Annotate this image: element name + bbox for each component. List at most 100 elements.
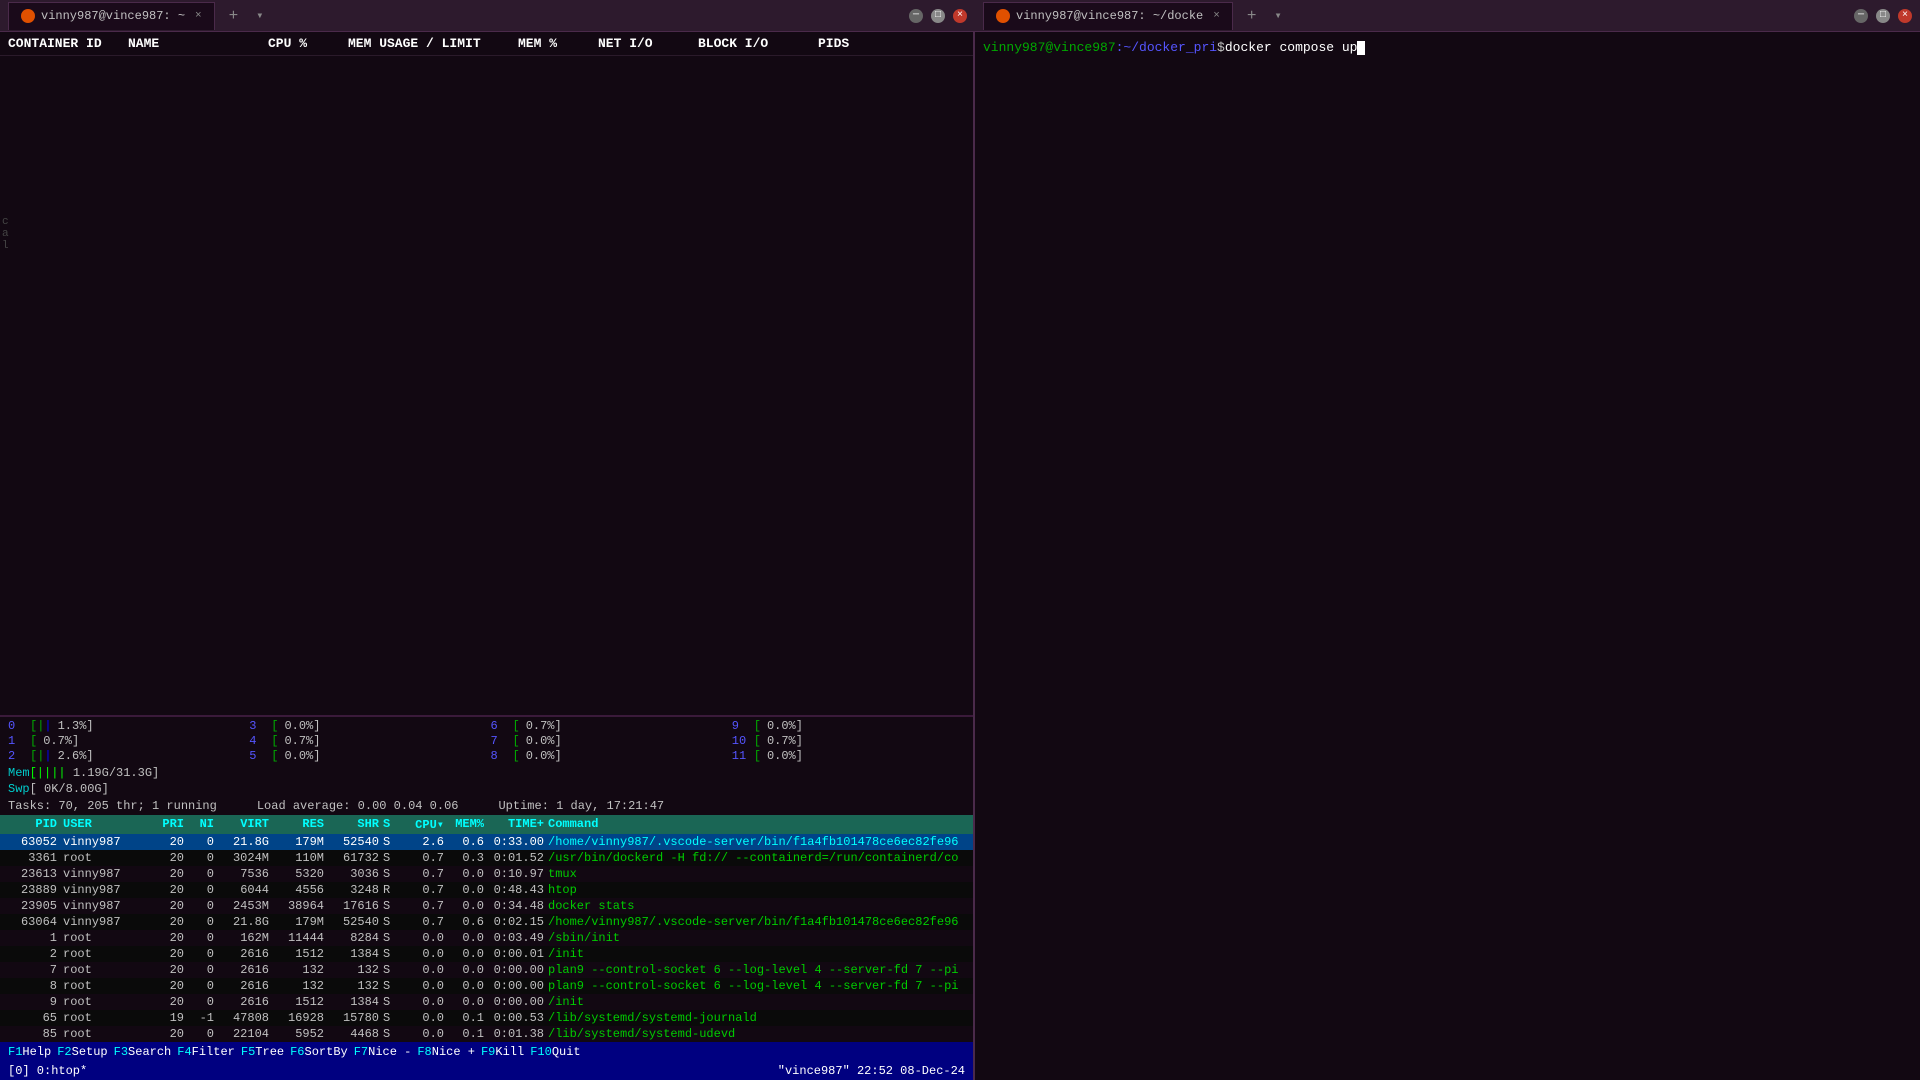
proc-res: 132 bbox=[273, 963, 328, 977]
proc-pid: 3361 bbox=[8, 851, 63, 865]
fkey-f8[interactable]: F8Nice + bbox=[417, 1045, 481, 1059]
proc-s: S bbox=[383, 867, 403, 881]
left-close-button[interactable]: × bbox=[953, 9, 967, 23]
proc-cmd: tmux bbox=[548, 867, 965, 881]
proc-ni: 0 bbox=[188, 931, 218, 945]
fkey-f5[interactable]: F5Tree bbox=[241, 1045, 290, 1059]
table-row[interactable]: 7 root 20 0 2616 132 132 S 0.0 0.0 0:00.… bbox=[0, 962, 973, 978]
fkey-f6[interactable]: F6SortBy bbox=[290, 1045, 354, 1059]
table-row[interactable]: 65 root 19 -1 47808 16928 15780 S 0.0 0.… bbox=[0, 1010, 973, 1026]
proc-mem: 0.0 bbox=[448, 931, 488, 945]
fkey-f4[interactable]: F4Filter bbox=[177, 1045, 241, 1059]
fkey-f10[interactable]: F10Quit bbox=[530, 1045, 586, 1059]
cpu-meter-2: 2 [|| 2.6%] bbox=[8, 749, 241, 763]
proc-header-s: S bbox=[383, 817, 403, 832]
proc-pri: 20 bbox=[153, 883, 188, 897]
fkey-f9[interactable]: F9Kill bbox=[481, 1045, 530, 1059]
right-tab[interactable]: vinny987@vince987: ~/docke × bbox=[983, 2, 1233, 30]
left-panel: CONTAINER ID NAME CPU % MEM USAGE / LIMI… bbox=[0, 32, 975, 1080]
proc-virt: 162M bbox=[218, 931, 273, 945]
table-row[interactable]: 9 root 20 0 2616 1512 1384 S 0.0 0.0 0:0… bbox=[0, 994, 973, 1010]
proc-cmd: htop bbox=[548, 883, 965, 897]
table-row[interactable]: 63052 vinny987 20 0 21.8G 179M 52540 S 2… bbox=[0, 834, 973, 850]
table-row[interactable]: 2 root 20 0 2616 1512 1384 S 0.0 0.0 0:0… bbox=[0, 946, 973, 962]
status-left: [0] 0:htop* bbox=[8, 1064, 87, 1078]
proc-cpu: 0.7 bbox=[403, 899, 448, 913]
right-close-button[interactable]: × bbox=[1898, 9, 1912, 23]
right-minimize-button[interactable]: ─ bbox=[1854, 9, 1868, 23]
table-row[interactable]: 23613 vinny987 20 0 7536 5320 3036 S 0.7… bbox=[0, 866, 973, 882]
proc-cpu: 0.7 bbox=[403, 883, 448, 897]
proc-s: S bbox=[383, 947, 403, 961]
proc-shr: 8284 bbox=[328, 931, 383, 945]
proc-pri: 20 bbox=[153, 915, 188, 929]
left-tab-close[interactable]: × bbox=[195, 10, 202, 22]
terminal-cursor bbox=[1357, 41, 1365, 55]
right-tab-dropdown[interactable]: ▾ bbox=[1270, 8, 1285, 23]
tab-icon-left bbox=[21, 9, 35, 23]
header-mem-usage: MEM USAGE / LIMIT bbox=[348, 36, 518, 51]
right-tab-label: vinny987@vince987: ~/docke bbox=[1016, 9, 1203, 23]
proc-ni: 0 bbox=[188, 979, 218, 993]
table-row[interactable]: 3361 root 20 0 3024M 110M 61732 S 0.7 0.… bbox=[0, 850, 973, 866]
proc-user: root bbox=[63, 947, 153, 961]
proc-virt: 2616 bbox=[218, 963, 273, 977]
fkey-f3[interactable]: F3Search bbox=[114, 1045, 178, 1059]
left-tab-dropdown[interactable]: ▾ bbox=[252, 8, 267, 23]
cpu-bar-7: [ bbox=[513, 734, 520, 748]
proc-header-user: USER bbox=[63, 817, 153, 832]
proc-user: vinny987 bbox=[63, 867, 153, 881]
table-row[interactable]: 85 root 20 0 22104 5952 4468 S 0.0 0.1 0… bbox=[0, 1026, 973, 1042]
cpu-meter-8: 8 [ 0.0%] bbox=[491, 749, 724, 763]
cpu-pct-4: 0.7%] bbox=[280, 734, 320, 748]
proc-shr: 17616 bbox=[328, 899, 383, 913]
proc-virt: 3024M bbox=[218, 851, 273, 865]
right-tab-close[interactable]: × bbox=[1213, 10, 1220, 22]
fkey-f1[interactable]: F1Help bbox=[8, 1045, 57, 1059]
proc-cmd: /init bbox=[548, 995, 965, 1009]
table-row[interactable]: 23905 vinny987 20 0 2453M 38964 17616 S … bbox=[0, 898, 973, 914]
proc-shr: 52540 bbox=[328, 915, 383, 929]
cpu-num-5: 5 bbox=[249, 749, 269, 763]
proc-header-pri: PRI bbox=[153, 817, 188, 832]
left-tab[interactable]: vinny987@vince987: ~ × bbox=[8, 2, 215, 30]
cpu-bar-3: [ bbox=[271, 719, 278, 733]
table-row[interactable]: 63064 vinny987 20 0 21.8G 179M 52540 S 0… bbox=[0, 914, 973, 930]
table-row[interactable]: 1 root 20 0 162M 11444 8284 S 0.0 0.0 0:… bbox=[0, 930, 973, 946]
right-maximize-button[interactable]: □ bbox=[1876, 9, 1890, 23]
left-tab-new[interactable]: + bbox=[223, 7, 245, 25]
proc-pri: 20 bbox=[153, 899, 188, 913]
proc-s: S bbox=[383, 835, 403, 849]
proc-time: 0:00.00 bbox=[488, 995, 548, 1009]
cpu-num-1: 1 bbox=[8, 734, 28, 748]
left-window-controls: ─ □ × bbox=[909, 9, 967, 23]
proc-header-shr: SHR bbox=[328, 817, 383, 832]
left-window-titlebar: vinny987@vince987: ~ × + ▾ ─ □ × bbox=[0, 0, 975, 32]
proc-user: vinny987 bbox=[63, 835, 153, 849]
left-minimize-button[interactable]: ─ bbox=[909, 9, 923, 23]
proc-time: 0:00.01 bbox=[488, 947, 548, 961]
mem-value: 1.19G/31.3G] bbox=[66, 766, 160, 780]
table-row[interactable]: 8 root 20 0 2616 132 132 S 0.0 0.0 0:00.… bbox=[0, 978, 973, 994]
fkey-f2[interactable]: F2Setup bbox=[57, 1045, 113, 1059]
cpu-num-9: 9 bbox=[732, 719, 752, 733]
proc-header-pid: PID bbox=[8, 817, 63, 832]
fkey-f7[interactable]: F7Nice - bbox=[354, 1045, 418, 1059]
header-block-io: BLOCK I/O bbox=[698, 36, 818, 51]
right-tab-new[interactable]: + bbox=[1241, 7, 1263, 25]
left-maximize-button[interactable]: □ bbox=[931, 9, 945, 23]
proc-shr: 132 bbox=[328, 963, 383, 977]
proc-res: 1512 bbox=[273, 947, 328, 961]
cpu-num-3: 3 bbox=[249, 719, 269, 733]
mem-bar: [|||| bbox=[30, 766, 66, 780]
cpu-pct-6: 0.7%] bbox=[522, 719, 562, 733]
proc-s: S bbox=[383, 915, 403, 929]
proc-virt: 2616 bbox=[218, 947, 273, 961]
proc-pri: 20 bbox=[153, 995, 188, 1009]
table-row[interactable]: 23889 vinny987 20 0 6044 4556 3248 R 0.7… bbox=[0, 882, 973, 898]
uptime-text: Uptime: 1 day, 17:21:47 bbox=[498, 799, 664, 813]
proc-mem: 0.1 bbox=[448, 1011, 488, 1025]
proc-pri: 20 bbox=[153, 947, 188, 961]
proc-cpu: 0.0 bbox=[403, 979, 448, 993]
cpu-bar-10: [ bbox=[754, 734, 761, 748]
